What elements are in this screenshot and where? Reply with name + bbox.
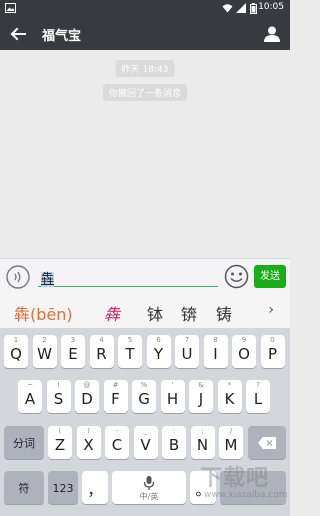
wifi-icon (222, 4, 233, 13)
system-message: 你撤回了一条消息 (102, 84, 188, 101)
candidate-4[interactable]: 锛 (181, 301, 197, 325)
backspace-key[interactable] (248, 426, 286, 459)
composing-text: 犇 (41, 272, 55, 287)
key-e[interactable]: 3E (61, 335, 85, 368)
timestamp-label: 昨天 18:43 (115, 60, 175, 77)
split-word-key[interactable]: 分词 (4, 426, 44, 459)
microphone-icon (143, 476, 155, 490)
watermark-url: www.xiazaiba.com (204, 490, 288, 500)
watermark: 下载吧 (200, 466, 270, 491)
key-r[interactable]: 4R (89, 335, 114, 368)
key-o[interactable]: 9O (232, 335, 256, 368)
back-arrow-icon[interactable] (8, 24, 28, 44)
key-b[interactable]: :B (162, 426, 186, 459)
key-u[interactable]: 7U (175, 335, 199, 368)
composer-bar: 犇 发送 (0, 258, 290, 294)
status-bar: 10:05 (0, 0, 290, 17)
message-input[interactable]: 犇 (38, 265, 218, 287)
chat-title: 福气宝 (42, 29, 82, 44)
key-t[interactable]: 5T (118, 335, 142, 368)
key-z[interactable]: (Z (48, 426, 72, 459)
key-j[interactable]: & J (189, 380, 213, 413)
signal-icon (236, 3, 246, 13)
expand-candidates-icon[interactable]: › (268, 302, 274, 318)
ime-candidate-bar: 犇(bēn) 犇 钵 锛 铸 › (0, 294, 290, 328)
key-l[interactable]: ? L (246, 380, 270, 413)
key-m[interactable]: / M (219, 426, 243, 459)
key-c[interactable]: -C (105, 426, 129, 459)
key-i[interactable]: 8I (203, 335, 228, 368)
number-key[interactable]: 123 (48, 471, 78, 504)
candidate-2[interactable]: 犇 (104, 301, 120, 325)
key-h[interactable]: ' H (160, 380, 185, 413)
key-s[interactable]: ! S (46, 380, 71, 413)
key-d[interactable]: @ D (75, 380, 99, 413)
key-f[interactable]: # F (103, 380, 128, 413)
candidate-5[interactable]: 铸 (216, 301, 232, 325)
chat-header: 福气宝 (0, 17, 290, 50)
image-notification-icon (5, 3, 16, 13)
voice-input-icon[interactable] (6, 265, 30, 289)
comma-key[interactable]: ， (82, 471, 108, 504)
key-a[interactable]: ~ A (18, 380, 42, 413)
candidate-3[interactable]: 钵 (147, 301, 163, 325)
key-v[interactable]: _ V (133, 426, 158, 459)
send-button[interactable]: 发送 (254, 265, 286, 288)
key-g[interactable]: % G (132, 380, 156, 413)
candidate-1[interactable]: 犇(bēn) (14, 301, 73, 325)
key-p[interactable]: 0P (260, 335, 285, 368)
symbol-key[interactable]: 符 (4, 471, 44, 504)
space-key[interactable]: 中/英 (112, 471, 186, 504)
key-x[interactable]: ) X (76, 426, 101, 459)
key-w[interactable]: 2W (32, 335, 57, 368)
key-k[interactable]: * K (217, 380, 242, 413)
key-y[interactable]: 6Y (146, 335, 171, 368)
key-q[interactable]: 1Q (4, 335, 28, 368)
battery-icon (250, 3, 257, 14)
message-list[interactable]: 昨天 18:43 你撤回了一条消息 (0, 50, 290, 258)
backspace-icon (258, 437, 276, 449)
key-n[interactable]: ; N (190, 426, 215, 459)
clock: 10:05 (258, 2, 284, 12)
profile-icon[interactable] (262, 24, 282, 44)
emoji-icon[interactable] (224, 264, 249, 289)
